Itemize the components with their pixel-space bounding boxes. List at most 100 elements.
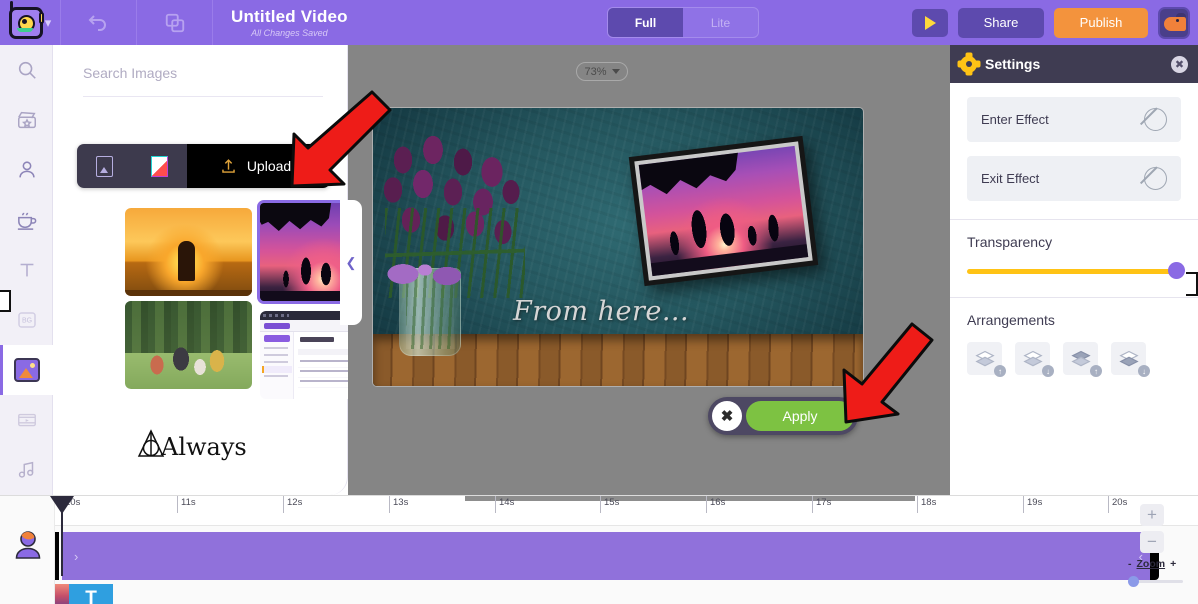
playhead-icon[interactable] <box>61 496 63 576</box>
timeline-ruler[interactable]: 10s 11s 12s 13s 14s 15s 16s 17s 18s 19s … <box>55 496 1198 526</box>
sidebar-item-text[interactable] <box>0 245 53 295</box>
zoom-plus-label[interactable]: + <box>1170 558 1176 570</box>
bring-to-front-button[interactable]: ↑ <box>1063 342 1098 375</box>
search-input[interactable]: Search Images <box>83 65 177 81</box>
duplicate-icon[interactable] <box>137 0 212 45</box>
publish-button[interactable]: Publish <box>1054 8 1148 38</box>
user-avatar-icon[interactable] <box>1158 7 1190 39</box>
editor-root: ▾ Untitled Video All Changes Saved Full … <box>0 0 1198 604</box>
close-x-icon: ✖ <box>1175 58 1184 71</box>
arrangement-badge: ↓ <box>1138 365 1150 377</box>
mode-lite-button[interactable]: Lite <box>683 8 758 37</box>
timeline-zoom-slider-knob[interactable] <box>1128 576 1139 587</box>
monster-antenna <box>10 1 13 11</box>
layer-strip: T <box>55 584 113 604</box>
bring-to-front-icon <box>1070 349 1092 369</box>
canvas-stage[interactable]: 73% From here.. <box>348 45 950 495</box>
always-text-logo[interactable]: Always <box>135 425 255 475</box>
undo-icon[interactable] <box>61 0 136 45</box>
canvas-zoom-selector[interactable]: 73% <box>576 62 628 81</box>
share-button[interactable]: Share <box>958 8 1044 38</box>
settings-close-button[interactable]: ✖ <box>1171 56 1188 73</box>
transparency-slider-track <box>967 269 1181 274</box>
sidebar-item-props[interactable] <box>0 195 53 245</box>
focus-outline-artifact <box>1186 272 1198 296</box>
thumb-people-shape <box>143 339 237 381</box>
sidebar-item-characters[interactable] <box>0 145 53 195</box>
canvas-zoom-value: 73% <box>584 66 606 78</box>
thumb-app-title <box>300 337 334 342</box>
sidebar-item-images[interactable] <box>0 345 53 395</box>
monster-mouth <box>17 28 33 32</box>
thumb-app-sidebar-selected <box>262 366 292 373</box>
arrangement-badge: ↑ <box>1090 365 1102 377</box>
timeline-zoom-out-button[interactable]: − <box>1140 531 1164 553</box>
zoom-minus-label[interactable]: - <box>1128 558 1132 570</box>
app-logo[interactable]: ▾ <box>0 0 60 45</box>
preview-play-button[interactable] <box>912 9 948 37</box>
timeline-clip[interactable]: › ‹ <box>62 532 1155 580</box>
text-layer-chip[interactable]: T <box>69 584 113 604</box>
send-to-back-button[interactable]: ↓ <box>1111 342 1146 375</box>
arrangements-label: Arrangements <box>967 312 1198 328</box>
tab-uploads[interactable]: Uploads <box>187 144 330 188</box>
always-logo-text: Always <box>160 433 247 461</box>
images-panel: Search Images Uploads <box>53 45 348 495</box>
avatar-shape-fg <box>1164 17 1186 31</box>
ruler-tick: 13s <box>389 496 408 513</box>
thumb-family-forest[interactable] <box>125 301 252 389</box>
chevron-left-icon: ❮ <box>346 255 357 271</box>
upload-arrow-icon <box>219 157 238 176</box>
timeline: 10s 11s 12s 13s 14s 15s 16s 17s 18s 19s … <box>0 495 1198 604</box>
divider <box>950 219 1198 220</box>
panel-collapse-button[interactable]: ❮ <box>340 200 362 325</box>
enter-effect-row[interactable]: Enter Effect <box>967 97 1181 142</box>
gear-center <box>966 61 972 67</box>
apply-button[interactable]: Apply <box>746 401 854 431</box>
framed-photo-object[interactable] <box>629 136 819 286</box>
transparency-label: Transparency <box>967 234 1198 250</box>
send-backward-button[interactable]: ↓ <box>1015 342 1050 375</box>
tab-images[interactable] <box>77 144 132 188</box>
timeline-zoom-slider[interactable] <box>1128 576 1186 586</box>
mode-toggle[interactable]: Full Lite <box>607 7 759 38</box>
clip-expand-left-icon[interactable]: › <box>62 549 90 564</box>
timeline-zoom-in-button[interactable]: + <box>1140 504 1164 526</box>
thumb-sunset-couple[interactable] <box>125 208 252 296</box>
mode-full-button[interactable]: Full <box>608 8 683 37</box>
canvas-text-layer[interactable]: From here... <box>513 296 689 327</box>
no-effect-icon <box>1144 108 1167 131</box>
zoom-label[interactable]: Zoom <box>1137 558 1166 570</box>
canvas-slide[interactable]: From here... <box>373 108 863 386</box>
transparency-slider-knob[interactable] <box>1168 262 1185 279</box>
arrangement-badge: ↓ <box>1042 365 1054 377</box>
send-backward-icon <box>1022 349 1044 369</box>
sidebar-item-clapperboard[interactable] <box>0 95 53 145</box>
project-title-group[interactable]: Untitled Video All Changes Saved <box>231 7 348 38</box>
search-images-field[interactable]: Search Images <box>83 65 323 97</box>
tab-gifs[interactable] <box>132 144 187 188</box>
settings-header: Settings ✖ <box>950 45 1198 83</box>
thumb-browser-dots <box>263 314 289 317</box>
ruler-tick: 12s <box>283 496 302 513</box>
sidebar-item-video[interactable] <box>0 395 53 445</box>
monster-antenna-right <box>39 12 44 24</box>
bring-forward-icon <box>974 349 996 369</box>
transparency-slider[interactable] <box>967 263 1181 279</box>
bring-forward-button[interactable]: ↑ <box>967 342 1002 375</box>
image-icon <box>14 358 40 382</box>
ruler-tick: 18s <box>917 496 936 513</box>
sidebar-item-search[interactable] <box>0 45 53 95</box>
layer-thumbnail[interactable] <box>55 584 69 604</box>
images-panel-tabs: Uploads <box>77 144 330 188</box>
send-to-back-icon <box>1118 349 1140 369</box>
top-bar: ▾ Untitled Video All Changes Saved Full … <box>0 0 1198 45</box>
timeline-account-avatar-icon[interactable] <box>13 530 43 560</box>
svg-text:BG: BG <box>21 318 31 325</box>
cancel-button[interactable]: ✖ <box>712 401 742 431</box>
chevron-down-icon[interactable]: ▾ <box>45 15 52 31</box>
exit-effect-row[interactable]: Exit Effect <box>967 156 1181 201</box>
purple-ribbon-bow <box>385 260 477 294</box>
sidebar-item-music[interactable] <box>0 445 53 495</box>
timeline-scrollbar[interactable] <box>465 496 915 501</box>
